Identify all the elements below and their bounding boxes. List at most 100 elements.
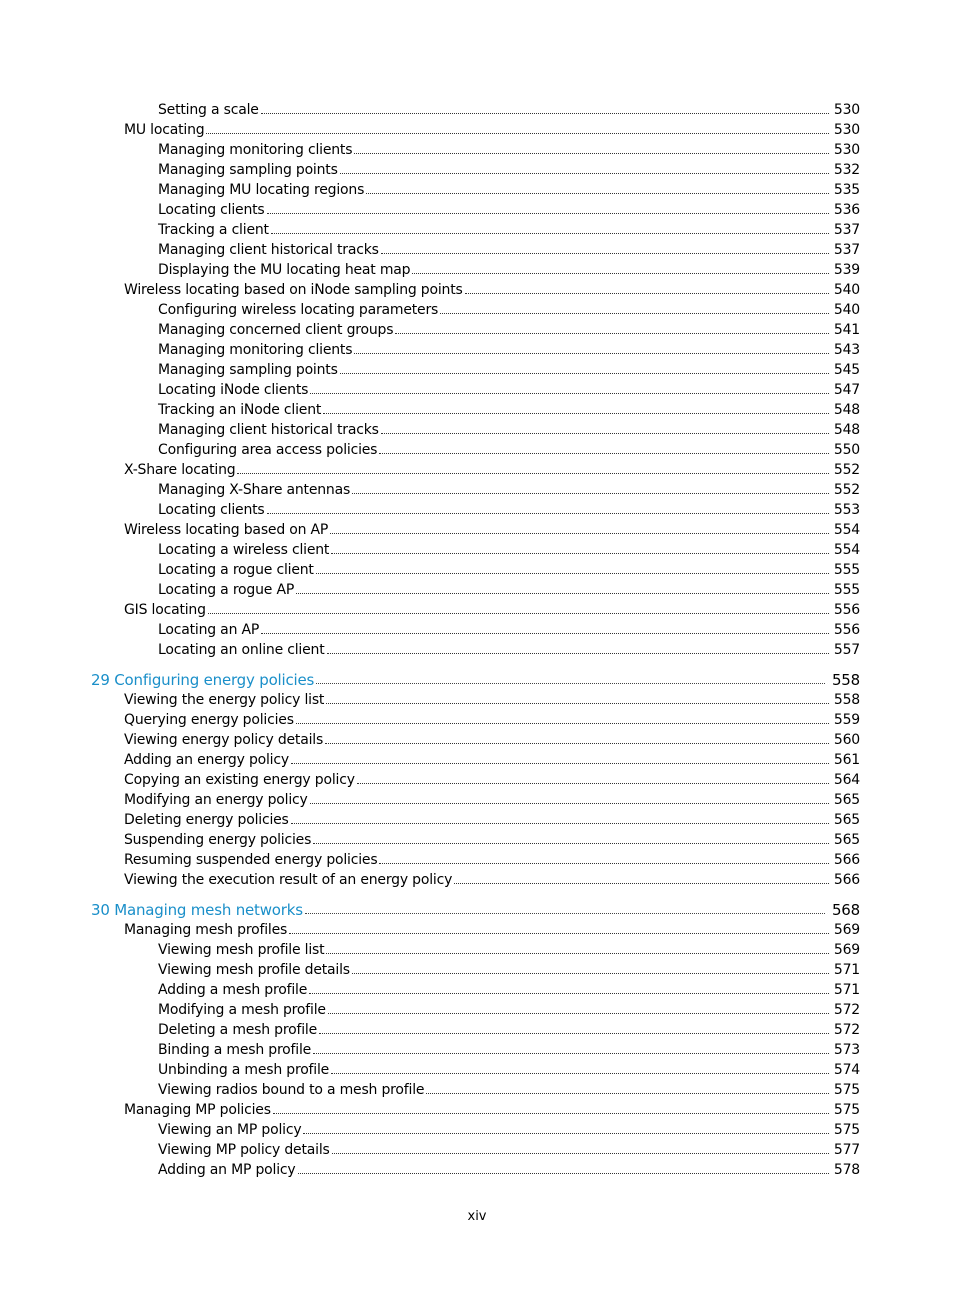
toc-entry-title[interactable]: Managing mesh profiles [124, 920, 289, 940]
toc-entry-page[interactable]: 557 [830, 640, 860, 660]
toc-entry[interactable]: Binding a mesh profile 573 [0, 1040, 954, 1060]
toc-entry[interactable]: Modifying an energy policy 565 [0, 790, 954, 810]
toc-entry[interactable]: Unbinding a mesh profile 574 [0, 1060, 954, 1080]
toc-entry[interactable]: Viewing mesh profile list 569 [0, 940, 954, 960]
toc-entry[interactable]: Locating clients 553 [0, 500, 954, 520]
toc-entry-page[interactable]: 552 [830, 460, 860, 480]
toc-entry[interactable]: Viewing an MP policy 575 [0, 1120, 954, 1140]
toc-entry-title[interactable]: Managing concerned client groups [158, 320, 395, 340]
toc-entry-title[interactable]: Querying energy policies [124, 710, 296, 730]
toc-entry-page[interactable]: 530 [830, 120, 860, 140]
toc-entry[interactable]: Deleting a mesh profile 572 [0, 1020, 954, 1040]
toc-entry-title[interactable]: Deleting energy policies [124, 810, 291, 830]
toc-entry-title[interactable]: Viewing mesh profile details [158, 960, 352, 980]
toc-entry[interactable]: Locating a wireless client 554 [0, 540, 954, 560]
toc-entry[interactable]: Viewing MP policy details 577 [0, 1140, 954, 1160]
toc-entry-title[interactable]: Suspending energy policies [124, 830, 313, 850]
toc-entry-title[interactable]: Viewing radios bound to a mesh profile [158, 1080, 426, 1100]
toc-entry-title[interactable]: Viewing energy policy details [124, 730, 325, 750]
toc-entry-page[interactable]: 541 [830, 320, 860, 340]
toc-entry-page[interactable]: 540 [830, 300, 860, 320]
toc-entry-title[interactable]: Locating an AP [158, 620, 261, 640]
toc-entry-page[interactable]: 550 [830, 440, 860, 460]
toc-entry-title[interactable]: Adding a mesh profile [158, 980, 309, 1000]
toc-entry[interactable]: Locating a rogue AP 555 [0, 580, 954, 600]
toc-entry-page[interactable]: 530 [830, 100, 860, 120]
toc-entry[interactable]: Deleting energy policies 565 [0, 810, 954, 830]
toc-entry-page[interactable]: 561 [830, 750, 860, 770]
toc-entry-page[interactable]: 573 [830, 1040, 860, 1060]
toc-entry-title[interactable]: GIS locating [124, 600, 208, 620]
toc-entry[interactable]: MU locating 530 [0, 120, 954, 140]
toc-entry-title[interactable]: Viewing an MP policy [158, 1120, 303, 1140]
toc-entry[interactable]: Configuring area access policies 550 [0, 440, 954, 460]
toc-entry-page[interactable]: 565 [830, 810, 860, 830]
toc-entry-title[interactable]: Locating a rogue client [158, 560, 316, 580]
toc-entry-title[interactable]: Viewing the energy policy list [124, 690, 326, 710]
toc-entry-page[interactable]: 571 [830, 960, 860, 980]
toc-entry-title[interactable]: Managing monitoring clients [158, 140, 354, 160]
toc-entry-page[interactable]: 543 [830, 340, 860, 360]
toc-entry-title[interactable]: Setting a scale [158, 100, 261, 120]
toc-entry-page[interactable]: 548 [830, 400, 860, 420]
toc-entry[interactable]: Resuming suspended energy policies 566 [0, 850, 954, 870]
toc-entry-title[interactable]: Managing MP policies [124, 1100, 273, 1120]
toc-entry-page[interactable]: 545 [830, 360, 860, 380]
toc-entry-title[interactable]: Deleting a mesh profile [158, 1020, 319, 1040]
toc-entry[interactable]: Tracking an iNode client 548 [0, 400, 954, 420]
toc-entry-title[interactable]: Managing X-Share antennas [158, 480, 352, 500]
toc-entry-page[interactable]: 565 [830, 790, 860, 810]
toc-entry-page[interactable]: 556 [830, 600, 860, 620]
toc-entry-page[interactable]: 569 [830, 940, 860, 960]
toc-entry-page[interactable]: 574 [830, 1060, 860, 1080]
toc-entry[interactable]: Adding an energy policy 561 [0, 750, 954, 770]
toc-entry[interactable]: Managing client historical tracks 548 [0, 420, 954, 440]
toc-entry-title[interactable]: Viewing MP policy details [158, 1140, 332, 1160]
toc-entry[interactable]: Viewing the energy policy list 558 [0, 690, 954, 710]
toc-entry-title[interactable]: Wireless locating based on AP [124, 520, 330, 540]
toc-entry[interactable]: Viewing mesh profile details 571 [0, 960, 954, 980]
toc-entry[interactable]: Tracking a client 537 [0, 220, 954, 240]
toc-entry-title[interactable]: Wireless locating based on iNode samplin… [124, 280, 465, 300]
toc-entry-page[interactable]: 571 [830, 980, 860, 1000]
toc-entry[interactable]: Locating a rogue client 555 [0, 560, 954, 580]
toc-entry[interactable]: Managing concerned client groups 541 [0, 320, 954, 340]
toc-entry-page[interactable]: 536 [830, 200, 860, 220]
toc-entry-page[interactable]: 566 [830, 850, 860, 870]
toc-entry-title[interactable]: Copying an existing energy policy [124, 770, 357, 790]
toc-entry-title[interactable]: Locating a wireless client [158, 540, 331, 560]
toc-entry[interactable]: Viewing the execution result of an energ… [0, 870, 954, 890]
toc-entry-title[interactable]: Tracking a client [158, 220, 271, 240]
toc-entry[interactable]: Managing monitoring clients 530 [0, 140, 954, 160]
toc-entry-title[interactable]: Modifying a mesh profile [158, 1000, 328, 1020]
toc-entry-page[interactable]: 555 [830, 580, 860, 600]
toc-entry-page[interactable]: 554 [830, 540, 860, 560]
toc-entry-page[interactable]: 559 [830, 710, 860, 730]
toc-entry[interactable]: Viewing radios bound to a mesh profile 57… [0, 1080, 954, 1100]
toc-entry[interactable]: Locating clients 536 [0, 200, 954, 220]
toc-entry-title[interactable]: Managing client historical tracks [158, 420, 381, 440]
toc-entry-title[interactable]: Managing sampling points [158, 360, 340, 380]
toc-entry-title[interactable]: Viewing the execution result of an energ… [124, 870, 454, 890]
toc-entry[interactable]: Managing mesh profiles 569 [0, 920, 954, 940]
toc-entry-page[interactable]: 569 [830, 920, 860, 940]
toc-entry-page[interactable]: 558 [826, 670, 860, 690]
toc-entry-title[interactable]: Binding a mesh profile [158, 1040, 313, 1060]
toc-entry[interactable]: Suspending energy policies 565 [0, 830, 954, 850]
toc-entry-page[interactable]: 535 [830, 180, 860, 200]
toc-entry-title[interactable]: Managing sampling points [158, 160, 340, 180]
toc-entry-title[interactable]: Unbinding a mesh profile [158, 1060, 331, 1080]
toc-entry[interactable]: Locating iNode clients 547 [0, 380, 954, 400]
toc-entry[interactable]: Setting a scale 530 [0, 100, 954, 120]
toc-entry-title[interactable]: Resuming suspended energy policies [124, 850, 379, 870]
toc-entry-title[interactable]: Tracking an iNode client [158, 400, 323, 420]
toc-entry-page[interactable]: 566 [830, 870, 860, 890]
toc-chapter-entry[interactable]: 29 Configuring energy policies 558 [0, 670, 954, 690]
toc-entry[interactable]: Displaying the MU locating heat map 539 [0, 260, 954, 280]
toc-entry[interactable]: Copying an existing energy policy 564 [0, 770, 954, 790]
toc-entry-page[interactable]: 572 [830, 1000, 860, 1020]
toc-entry-page[interactable]: 556 [830, 620, 860, 640]
toc-entry-page[interactable]: 540 [830, 280, 860, 300]
toc-entry[interactable]: Adding an MP policy 578 [0, 1160, 954, 1180]
toc-entry-page[interactable]: 564 [830, 770, 860, 790]
